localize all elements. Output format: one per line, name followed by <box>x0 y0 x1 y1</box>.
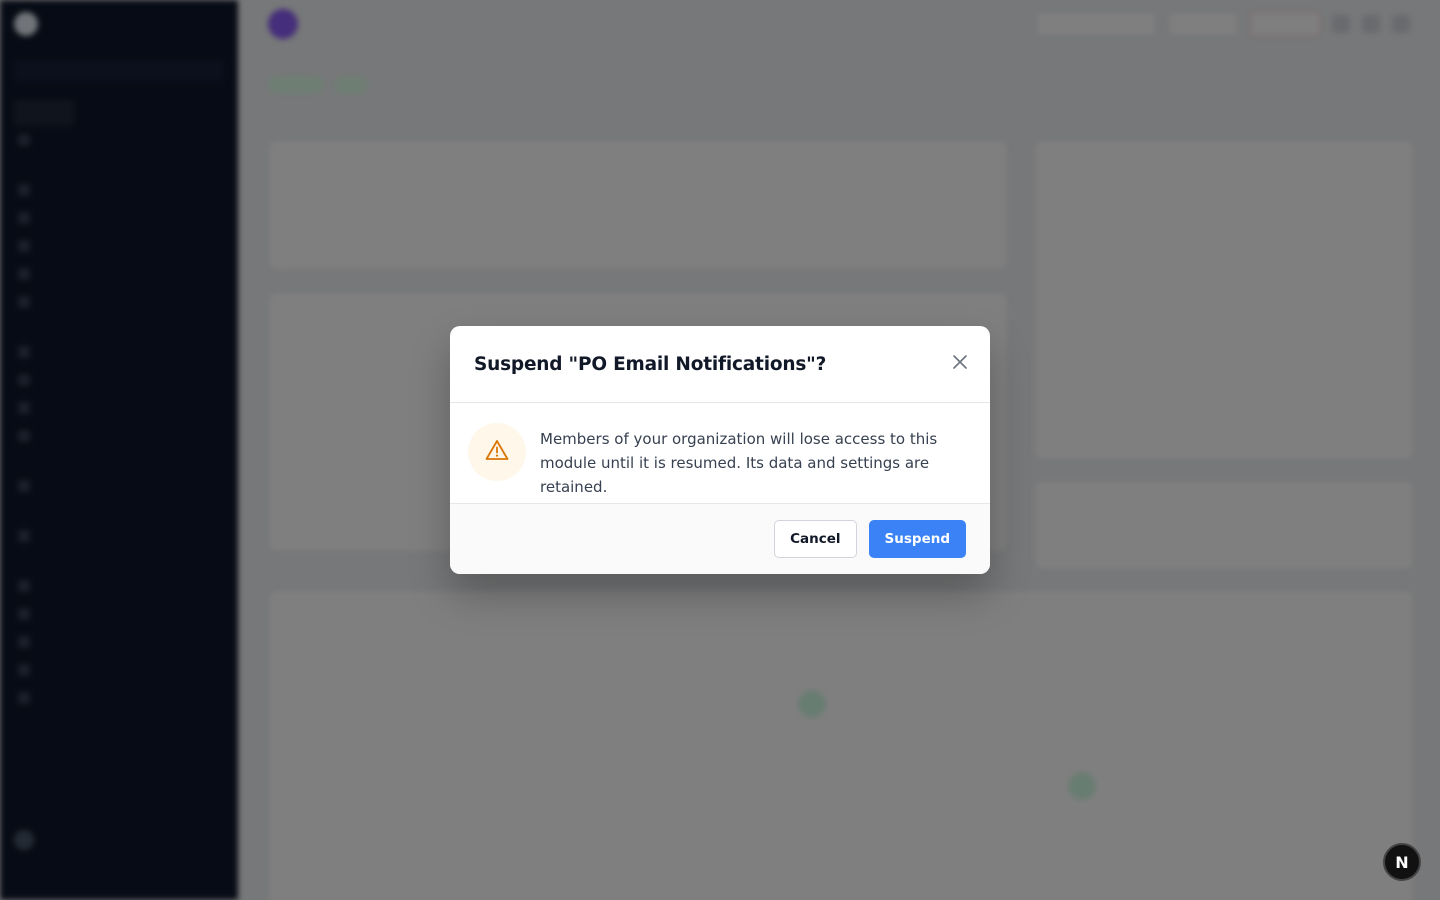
dev-tools-badge[interactable]: N <box>1383 843 1421 881</box>
close-icon <box>952 354 968 374</box>
warning-badge <box>468 423 526 481</box>
dialog-header: Suspend "PO Email Notifications"? <box>450 326 990 403</box>
dialog-footer: Cancel Suspend <box>450 503 990 574</box>
dialog-title: Suspend "PO Email Notifications"? <box>474 353 827 375</box>
warning-triangle-icon <box>485 439 509 465</box>
suspend-module-dialog: Suspend "PO Email Notifications"? Member… <box>450 326 990 574</box>
cancel-button[interactable]: Cancel <box>774 520 857 558</box>
dialog-body: Members of your organization will lose a… <box>450 403 990 503</box>
close-button[interactable] <box>946 350 974 378</box>
suspend-button[interactable]: Suspend <box>868 520 966 558</box>
dialog-message: Members of your organization will lose a… <box>540 430 938 496</box>
